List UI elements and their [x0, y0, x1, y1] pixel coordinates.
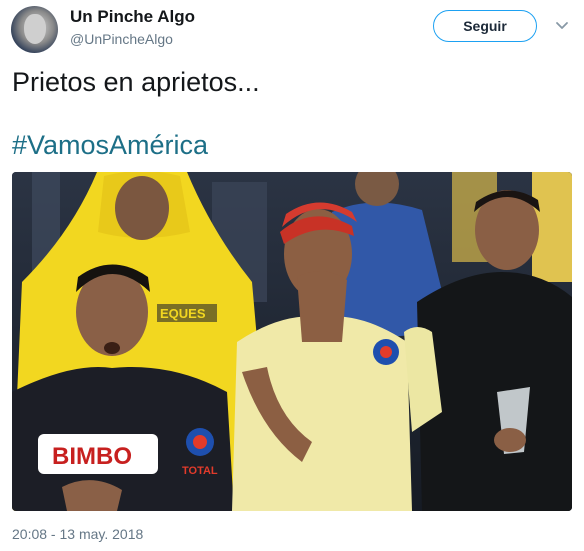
raincoat-text: EQUES	[160, 306, 206, 321]
chevron-down-icon[interactable]	[554, 17, 570, 33]
hashtag-link[interactable]: #VamosAmérica	[12, 129, 208, 161]
jersey-sponsor: BIMBO	[52, 443, 132, 470]
tweet-photo[interactable]: EQUES BIMBO TOTAL	[12, 172, 572, 511]
tweet-timestamp[interactable]: 20:08 - 13 may. 2018	[12, 526, 143, 542]
photo-illustration: EQUES BIMBO TOTAL	[12, 172, 572, 511]
follow-button[interactable]: Seguir	[433, 10, 537, 42]
secondary-sponsor: TOTAL	[182, 465, 218, 477]
avatar[interactable]	[11, 6, 58, 53]
display-name[interactable]: Un Pinche Algo	[70, 7, 195, 27]
avatar-face	[24, 14, 46, 44]
tweet-text: Prietos en aprietos...	[12, 67, 260, 97]
user-handle[interactable]: @UnPincheAlgo	[70, 31, 173, 47]
